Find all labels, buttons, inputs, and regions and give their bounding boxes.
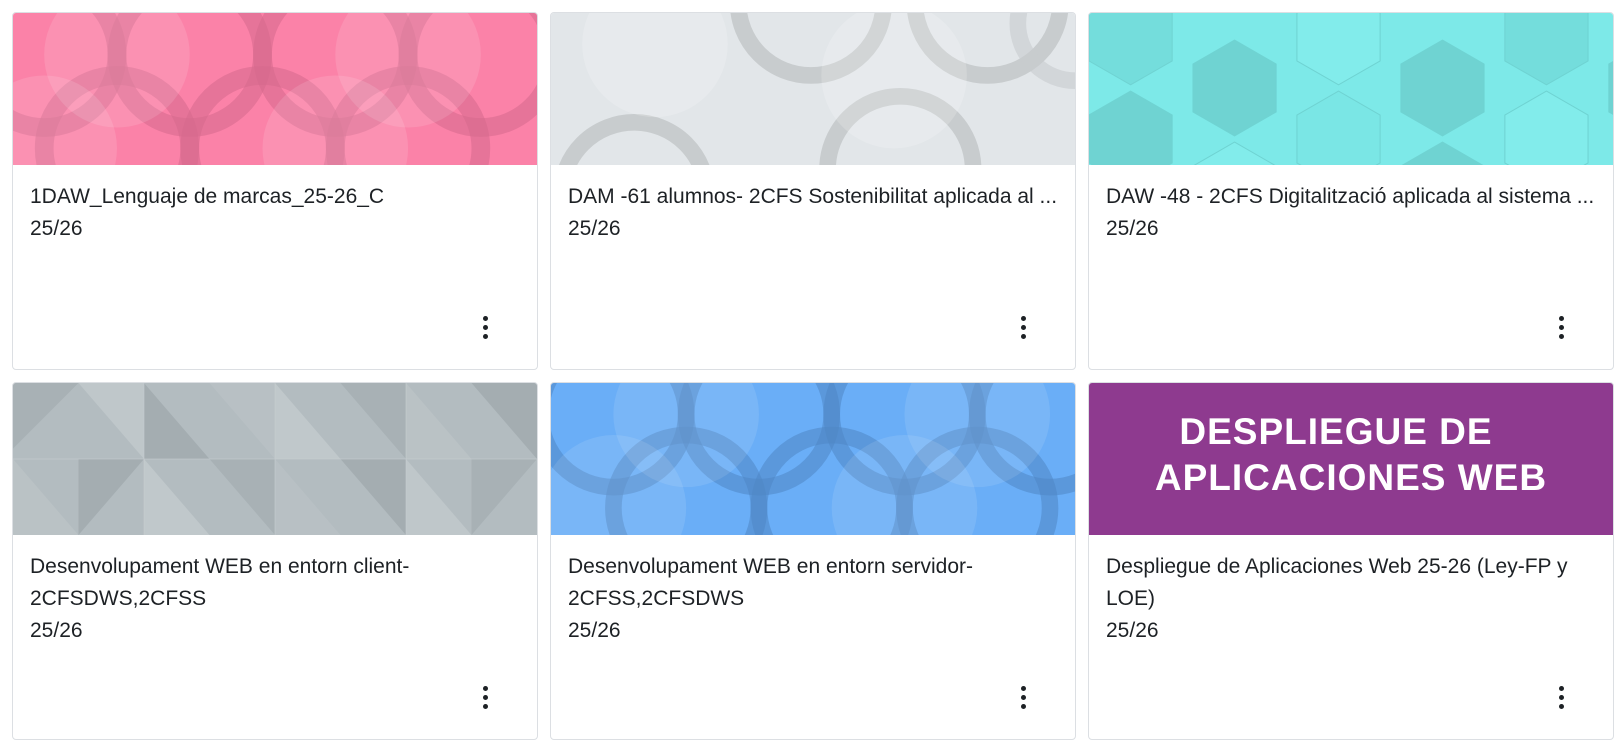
kebab-menu-icon: [482, 315, 488, 339]
course-info: DAW -48 - 2CFS Digitalització aplicada a…: [1106, 181, 1596, 245]
course-options-button[interactable]: [1547, 309, 1575, 345]
course-card[interactable]: Desenvolupament WEB en entorn client-2CF…: [12, 382, 538, 740]
course-banner-image[interactable]: DESPLIEGUE DE APLICACIONES WEB: [1089, 383, 1613, 535]
course-term: 25/26: [568, 217, 621, 240]
course-banner-text: DESPLIEGUE DE APLICACIONES WEB: [1154, 411, 1548, 498]
course-title[interactable]: Desenvolupament WEB en entorn servidor-2…: [568, 551, 1058, 615]
kebab-menu-icon: [482, 685, 488, 709]
course-info: Desenvolupament WEB en entorn client-2CF…: [30, 551, 520, 647]
course-card[interactable]: Desenvolupament WEB en entorn servidor-2…: [550, 382, 1076, 740]
course-term: 25/26: [568, 619, 621, 642]
kebab-menu-icon: [1020, 315, 1026, 339]
course-options-button[interactable]: [471, 309, 499, 345]
course-title[interactable]: Despliegue de Aplicaciones Web 25-26 (Le…: [1106, 551, 1596, 615]
course-banner-image[interactable]: [551, 13, 1075, 165]
course-info: 1DAW_Lenguaje de marcas_25-26_C 25/26: [30, 181, 520, 245]
course-info: DAM -61 alumnos- 2CFS Sostenibilitat apl…: [568, 181, 1058, 245]
course-term: 25/26: [30, 619, 83, 642]
course-grid: 1DAW_Lenguaje de marcas_25-26_C 25/26 DA…: [12, 12, 1614, 740]
kebab-menu-icon: [1558, 685, 1564, 709]
course-banner-image[interactable]: [1089, 13, 1613, 165]
course-title[interactable]: DAW -48 - 2CFS Digitalització aplicada a…: [1106, 181, 1596, 213]
course-options-button[interactable]: [1547, 679, 1575, 715]
course-banner-image[interactable]: [13, 13, 537, 165]
kebab-menu-icon: [1558, 315, 1564, 339]
course-banner-image[interactable]: [551, 383, 1075, 535]
course-term: 25/26: [1106, 619, 1159, 642]
course-card[interactable]: DAW -48 - 2CFS Digitalització aplicada a…: [1088, 12, 1614, 370]
course-term: 25/26: [1106, 217, 1159, 240]
course-info: Despliegue de Aplicaciones Web 25-26 (Le…: [1106, 551, 1596, 647]
course-info: Desenvolupament WEB en entorn servidor-2…: [568, 551, 1058, 647]
course-title[interactable]: Desenvolupament WEB en entorn client-2CF…: [30, 551, 520, 615]
course-options-button[interactable]: [471, 679, 499, 715]
course-card[interactable]: DESPLIEGUE DE APLICACIONES WEB Despliegu…: [1088, 382, 1614, 740]
course-banner-image[interactable]: [13, 383, 537, 535]
course-card[interactable]: DAM -61 alumnos- 2CFS Sostenibilitat apl…: [550, 12, 1076, 370]
course-title[interactable]: DAM -61 alumnos- 2CFS Sostenibilitat apl…: [568, 181, 1058, 213]
course-options-button[interactable]: [1009, 679, 1037, 715]
course-card[interactable]: 1DAW_Lenguaje de marcas_25-26_C 25/26: [12, 12, 538, 370]
kebab-menu-icon: [1020, 685, 1026, 709]
course-term: 25/26: [30, 217, 83, 240]
course-title[interactable]: 1DAW_Lenguaje de marcas_25-26_C: [30, 181, 520, 213]
course-options-button[interactable]: [1009, 309, 1037, 345]
